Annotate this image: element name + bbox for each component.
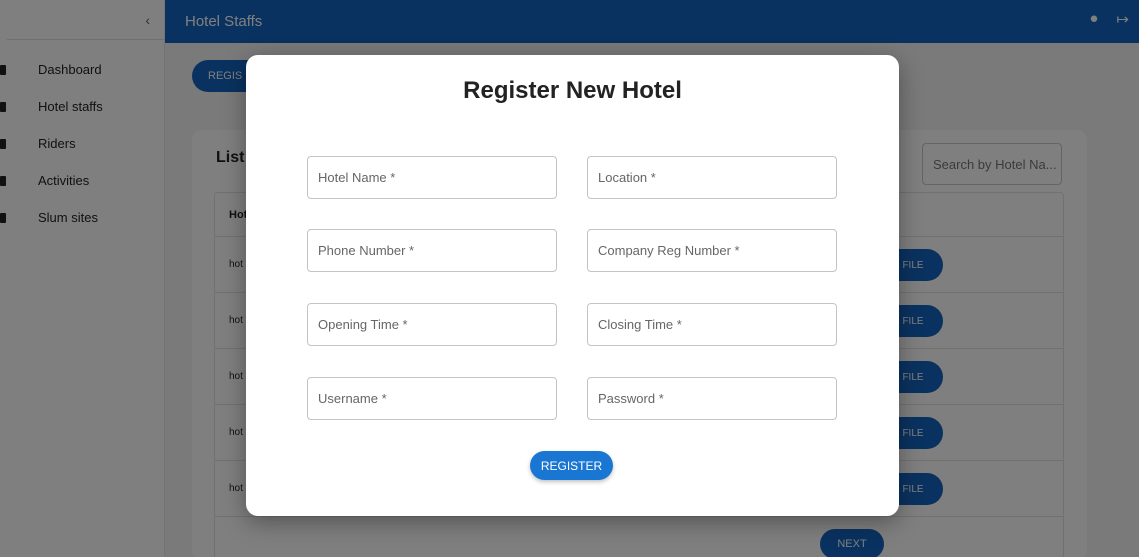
location-input[interactable] — [588, 157, 836, 198]
company-reg-number-field[interactable] — [587, 229, 837, 272]
register-hotel-dialog: Register New Hotel REGISTER — [246, 55, 899, 516]
password-field[interactable] — [587, 377, 837, 420]
opening-time-input[interactable] — [308, 304, 556, 345]
closing-time-input[interactable] — [588, 304, 836, 345]
dialog-title: Register New Hotel — [463, 77, 682, 104]
phone-number-input[interactable] — [308, 230, 556, 271]
hotel-name-input[interactable] — [308, 157, 556, 198]
username-input[interactable] — [308, 378, 556, 419]
username-field[interactable] — [307, 377, 557, 420]
company-reg-number-input[interactable] — [588, 230, 836, 271]
opening-time-field[interactable] — [307, 303, 557, 346]
register-button[interactable]: REGISTER — [530, 451, 613, 480]
location-field[interactable] — [587, 156, 837, 199]
closing-time-field[interactable] — [587, 303, 837, 346]
phone-number-field[interactable] — [307, 229, 557, 272]
password-input[interactable] — [588, 378, 836, 419]
hotel-name-field[interactable] — [307, 156, 557, 199]
